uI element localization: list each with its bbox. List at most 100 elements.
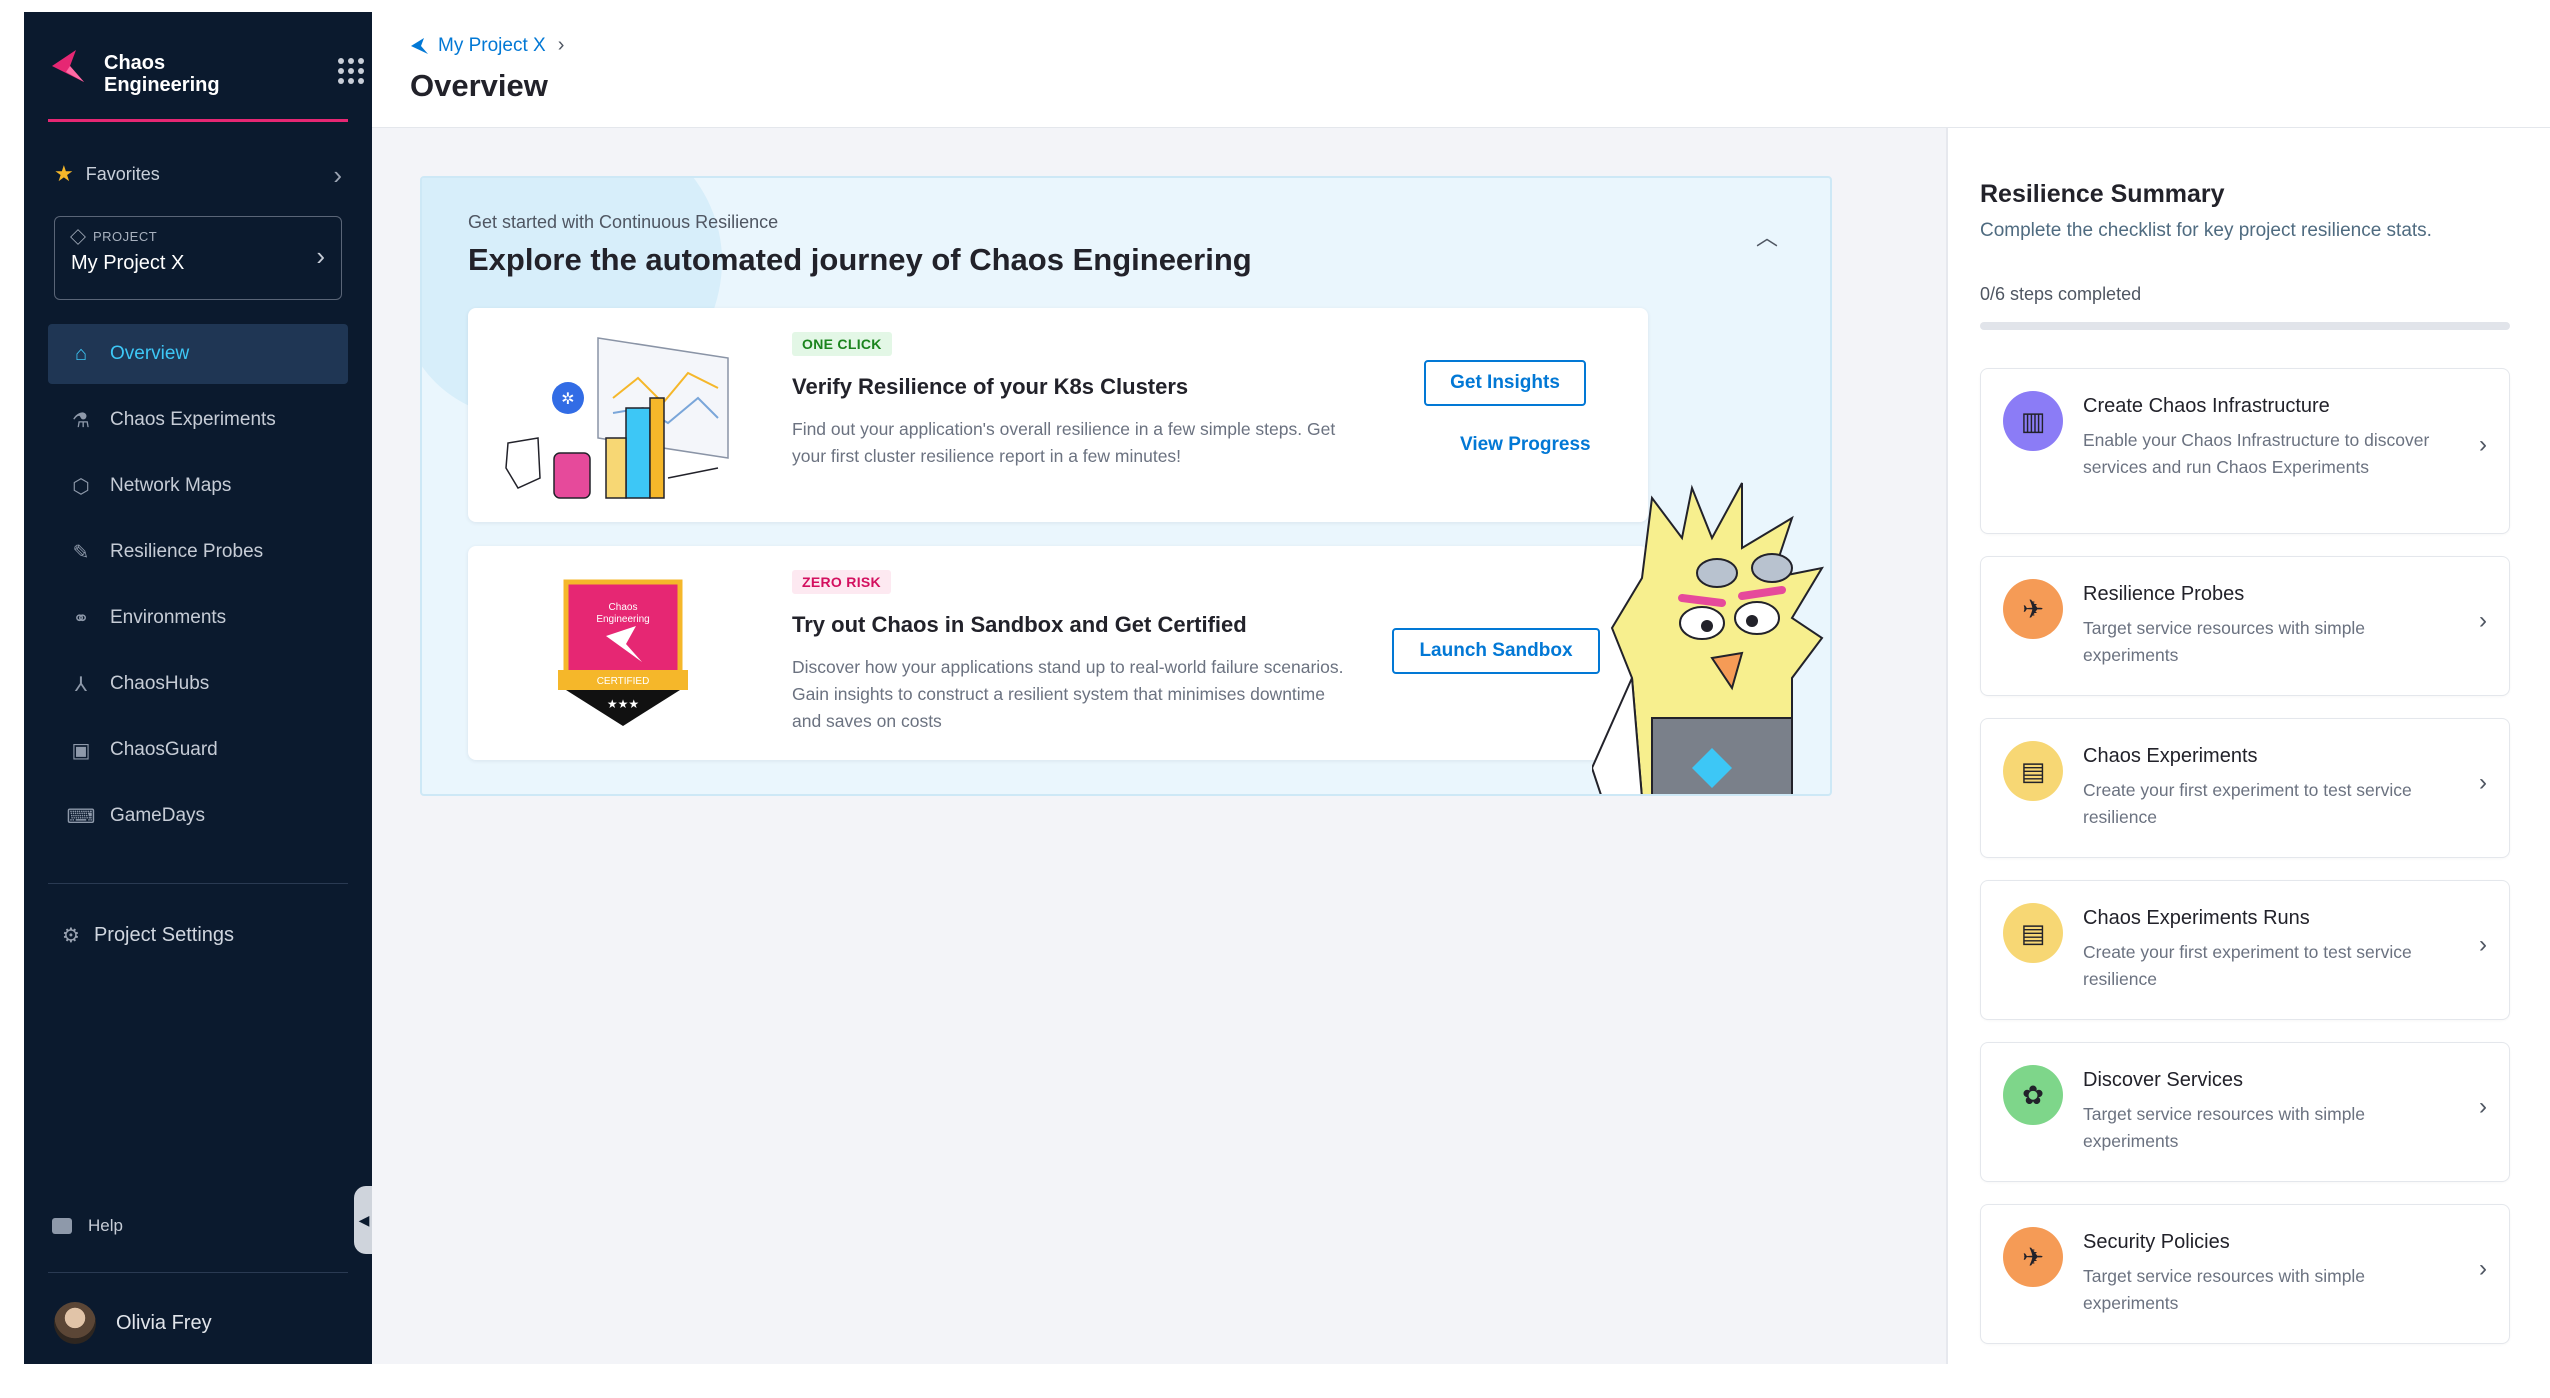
sidebar-item-chaoshubs[interactable]: ⅄ ChaosHubs bbox=[48, 654, 348, 714]
project-settings-label: Project Settings bbox=[93, 923, 235, 946]
sidebar-item-project-settings[interactable]: ⚙ Project Settings bbox=[48, 908, 348, 962]
task-description: Create your first experiment to test ser… bbox=[2083, 780, 2412, 827]
task-title: Chaos Experiments bbox=[2083, 745, 2258, 767]
banner-title: Explore the automated journey of Chaos E… bbox=[468, 242, 1252, 277]
sidebar-item-label: ChaosGuard bbox=[110, 739, 218, 760]
one-click-badge: ONE CLICK bbox=[792, 332, 892, 356]
sidebar-item-overview[interactable]: ⌂ Overview bbox=[48, 324, 348, 384]
favorites-menu[interactable]: ★ Favorites › bbox=[48, 150, 348, 198]
badge-text: Chaos bbox=[609, 602, 638, 613]
drone-icon: ✈ bbox=[2003, 579, 2063, 639]
card-description: Discover how your applications stand up … bbox=[792, 657, 1344, 731]
project-selector[interactable]: PROJECT My Project X › bbox=[54, 216, 342, 300]
task-title: Discover Services bbox=[2083, 1069, 2244, 1091]
home-icon: ⌂ bbox=[74, 342, 88, 365]
sidebar-item-label: Resilience Probes bbox=[110, 541, 264, 562]
avatar bbox=[54, 1302, 96, 1344]
favorites-label: Favorites bbox=[85, 163, 160, 184]
chat-icon bbox=[52, 1218, 72, 1234]
user-name: Olivia Frey bbox=[116, 1311, 212, 1334]
view-progress-link[interactable]: View Progress bbox=[1460, 434, 1591, 456]
chaos-logo-icon bbox=[52, 50, 84, 82]
gear-icon: ⚙ bbox=[62, 924, 80, 947]
progress-bar bbox=[1980, 322, 2510, 330]
probe-icon: ✎ bbox=[72, 541, 90, 564]
task-create-chaos-infrastructure[interactable]: ▥ Create Chaos Infrastructure Enable you… bbox=[1980, 368, 2510, 534]
sidebar-item-label: Overview bbox=[110, 343, 190, 364]
certified-badge-illustration: Chaos Engineering CERTIFIED ★★★ bbox=[558, 579, 688, 726]
sidebar-nav: ⌂ Overview ⚗ Chaos Experiments ⬡ Network… bbox=[48, 324, 348, 852]
get-insights-button[interactable]: Get Insights bbox=[1424, 360, 1586, 406]
sidebar-item-label: ChaosHubs bbox=[110, 673, 210, 694]
task-title: Resilience Probes bbox=[2083, 583, 2245, 605]
breadcrumb-project[interactable]: My Project X bbox=[438, 35, 546, 57]
badge-text: CERTIFIED bbox=[597, 676, 650, 687]
chevron-right-icon: › bbox=[333, 160, 342, 190]
launch-sandbox-button[interactable]: Launch Sandbox bbox=[1392, 628, 1600, 674]
steps-completed: 0/6 steps completed bbox=[1980, 284, 2142, 304]
discover-icon: ✿ bbox=[2003, 1065, 2063, 1125]
task-description: Enable your Chaos Infrastructure to disc… bbox=[2083, 430, 2430, 477]
sidebar-item-chaosguard[interactable]: ▣ ChaosGuard bbox=[48, 720, 348, 780]
task-title: Chaos Experiments Runs bbox=[2083, 907, 2310, 929]
star-icon: ★ bbox=[54, 161, 74, 186]
breadcrumb[interactable]: My Project X › bbox=[410, 34, 564, 57]
task-description: Target service resources with simple exp… bbox=[2083, 618, 2366, 665]
chevron-right-icon: › bbox=[557, 34, 565, 56]
task-resilience-probes[interactable]: ✈ Resilience Probes Target service resou… bbox=[1980, 556, 2510, 696]
divider bbox=[48, 883, 348, 884]
chevron-right-icon: › bbox=[2479, 1093, 2487, 1120]
lock-icon: ▣ bbox=[71, 739, 91, 762]
user-profile[interactable]: Olivia Frey bbox=[54, 1302, 212, 1344]
sidebar-collapse-button[interactable]: ◀ bbox=[354, 1186, 374, 1254]
task-description: Target service resources with simple exp… bbox=[2083, 1104, 2366, 1151]
task-description: Create your first experiment to test ser… bbox=[2083, 942, 2412, 989]
task-discover-services[interactable]: ✿ Discover Services Target service resou… bbox=[1980, 1042, 2510, 1182]
chevron-right-icon: › bbox=[316, 241, 325, 271]
clipboard-icon: ▤ bbox=[2003, 903, 2063, 963]
sidebar-item-chaos-experiments[interactable]: ⚗ Chaos Experiments bbox=[48, 390, 348, 450]
chevron-right-icon: › bbox=[2479, 931, 2487, 958]
card-title: Verify Resilience of your K8s Clusters bbox=[792, 374, 1189, 399]
sidebar-item-network-maps[interactable]: ⬡ Network Maps bbox=[48, 456, 348, 516]
cube-icon bbox=[70, 228, 86, 245]
infrastructure-icon: ▥ bbox=[2003, 391, 2063, 451]
main-content: Get started with Continuous Resilience E… bbox=[372, 128, 1946, 1364]
task-chaos-experiments[interactable]: ▤ Chaos Experiments Create your first ex… bbox=[1980, 718, 2510, 858]
chevron-right-icon: › bbox=[2479, 769, 2487, 796]
mascot-bird-illustration bbox=[1592, 482, 1825, 794]
sidebar-item-gamedays[interactable]: ⌨ GameDays bbox=[48, 786, 348, 846]
task-description: Target service resources with simple exp… bbox=[2083, 1266, 2366, 1313]
hub-icon: ⅄ bbox=[74, 673, 88, 696]
help-label: Help bbox=[88, 1216, 123, 1235]
brand: Chaos Engineering bbox=[48, 32, 364, 122]
help-link[interactable]: Help bbox=[52, 1216, 123, 1236]
divider bbox=[48, 1272, 348, 1273]
badge-text: Engineering bbox=[596, 614, 649, 625]
summary-subtitle: Complete the checklist for key project r… bbox=[1980, 220, 2432, 241]
app-switcher-icon[interactable] bbox=[338, 58, 364, 84]
getting-started-banner: Get started with Continuous Resilience E… bbox=[420, 176, 1832, 796]
flask-icon: ⚗ bbox=[72, 409, 90, 432]
sidebar-item-label: Chaos Experiments bbox=[110, 409, 276, 430]
svg-text:✲: ✲ bbox=[561, 391, 574, 408]
chevron-up-icon[interactable]: ︿ bbox=[1756, 220, 1778, 252]
drone-icon: ✈ bbox=[2003, 1227, 2063, 1287]
resilience-summary-panel: Resilience Summary Complete the checklis… bbox=[1948, 128, 2550, 1364]
summary-title: Resilience Summary bbox=[1980, 180, 2225, 208]
page-header: My Project X › Overview bbox=[372, 12, 2550, 128]
task-chaos-experiments-runs[interactable]: ▤ Chaos Experiments Runs Create your fir… bbox=[1980, 880, 2510, 1020]
chevron-right-icon: › bbox=[2479, 1255, 2487, 1282]
project-label: PROJECT bbox=[93, 229, 158, 244]
k8s-resilience-card: ✲ ONE CLICK Verify Resilience of your K8… bbox=[468, 308, 1648, 522]
project-name: My Project X bbox=[71, 252, 185, 274]
sidebar-item-resilience-probes[interactable]: ✎ Resilience Probes bbox=[48, 522, 348, 582]
chaos-logo-icon bbox=[411, 37, 428, 54]
task-title: Create Chaos Infrastructure bbox=[2083, 395, 2330, 417]
page-title: Overview bbox=[410, 68, 548, 103]
sidebar-item-label: GameDays bbox=[110, 805, 206, 826]
sidebar-item-environments[interactable]: ⚭ Environments bbox=[48, 588, 348, 648]
task-security-policies[interactable]: ✈ Security Policies Target service resou… bbox=[1980, 1204, 2510, 1344]
sidebar-item-label: Environments bbox=[110, 607, 227, 628]
card-title: Try out Chaos in Sandbox and Get Certifi… bbox=[792, 612, 1247, 637]
